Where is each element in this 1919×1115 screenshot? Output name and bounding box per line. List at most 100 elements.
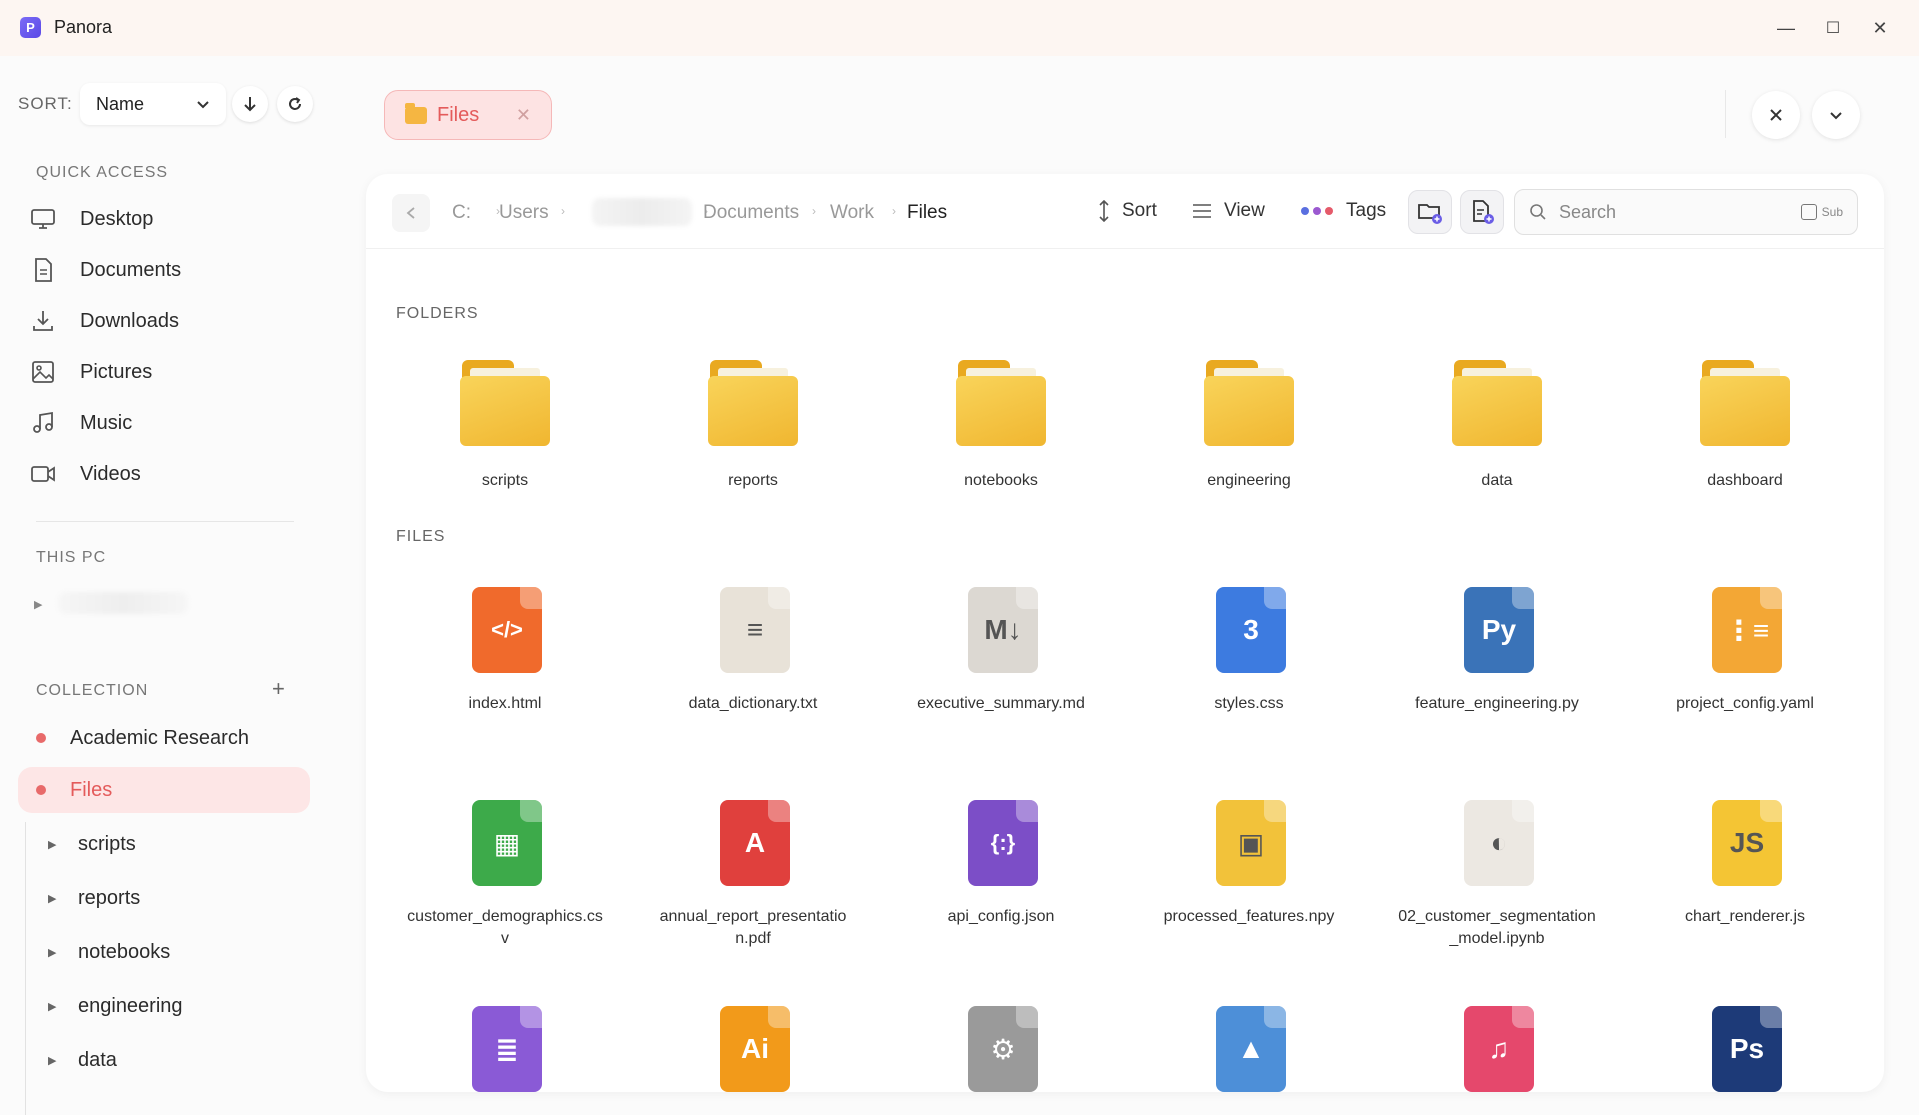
new-folder-button[interactable]	[1408, 190, 1452, 234]
view-button[interactable]: View	[1192, 200, 1265, 222]
new-file-button[interactable]	[1460, 190, 1504, 234]
sidebar-item-downloads[interactable]: Downloads	[30, 301, 310, 341]
add-collection-button[interactable]: +	[272, 676, 285, 702]
breadcrumb-item[interactable]: Documents	[703, 202, 799, 224]
collection-item-files[interactable]: Files	[30, 770, 310, 810]
tree-item-data[interactable]: ▶ data	[48, 1042, 308, 1078]
sidebar-item-music[interactable]: Music	[30, 403, 310, 443]
sort-button[interactable]: Sort	[1098, 200, 1157, 222]
subfolder-checkbox[interactable]	[1800, 204, 1817, 220]
file-item[interactable]: ≣	[405, 1002, 605, 1092]
tree-item-reports[interactable]: ▶ reports	[48, 880, 308, 916]
this-pc-expand-caret[interactable]: ▶	[34, 598, 42, 611]
close-window-button[interactable]: ✕	[1866, 14, 1894, 42]
file-name: customer_demographics.csv	[407, 908, 603, 947]
file-item[interactable]: Ai	[653, 1002, 853, 1092]
file-name: chart_renderer.js	[1684, 908, 1806, 925]
breadcrumb-item[interactable]: C:	[452, 202, 471, 224]
file-item[interactable]: Ps	[1645, 1002, 1845, 1092]
folder-item[interactable]: scripts	[405, 360, 605, 492]
minimize-button[interactable]: —	[1772, 14, 1800, 42]
sidebar-item-label: Documents	[80, 258, 182, 281]
caret-right-icon: ▶	[48, 838, 57, 851]
sidebar: SORT: Name QUICK ACCESS Desktop Document…	[0, 56, 330, 1115]
folder-name: notebooks	[964, 472, 1038, 489]
file-name: data_dictionary.txt	[688, 695, 818, 712]
folder-item[interactable]: dashboard	[1645, 360, 1845, 492]
file-glyph: Py	[1464, 587, 1534, 673]
file-item[interactable]: ▣ processed_features.npy	[1149, 796, 1349, 928]
folder-name: reports	[728, 472, 778, 489]
tree-item-label: data	[78, 1048, 117, 1071]
close-tab-icon[interactable]: ✕	[516, 105, 531, 126]
file-item[interactable]: ▦ customer_demographics.csv	[405, 796, 605, 950]
app-title: Panora	[54, 17, 113, 37]
file-item[interactable]: ◐ 02_customer_segmentation_model.ipynb	[1397, 796, 1597, 950]
collection-label: COLLECTION	[36, 682, 149, 699]
file-item[interactable]: {:} api_config.json	[901, 796, 1101, 928]
search-input[interactable]: Search	[1559, 202, 1801, 223]
file-item[interactable]: M↓ executive_summary.md	[901, 583, 1101, 715]
sidebar-item-pictures[interactable]: Pictures	[30, 352, 310, 392]
refresh-button[interactable]	[277, 86, 313, 122]
chevron-left-icon	[406, 207, 415, 219]
files-section-label: FILES	[396, 528, 446, 545]
tags-button[interactable]: Tags	[1300, 200, 1386, 222]
file-item[interactable]: ▲	[1149, 1002, 1349, 1092]
file-glyph: ≡	[720, 587, 790, 673]
arrow-down-icon	[244, 97, 256, 112]
breadcrumb-item[interactable]: Users	[499, 202, 549, 224]
folder-item[interactable]: notebooks	[901, 360, 1101, 492]
file-item[interactable]: ♫	[1397, 1002, 1597, 1092]
file-glyph: ◐	[1464, 800, 1534, 886]
file-glyph: M↓	[968, 587, 1038, 673]
folder-item[interactable]: data	[1397, 360, 1597, 492]
sidebar-item-documents[interactable]: Documents	[30, 250, 310, 290]
sidebar-item-videos[interactable]: Videos	[30, 454, 310, 494]
maximize-button[interactable]: ☐	[1819, 14, 1847, 42]
file-type-icon: Py	[1452, 583, 1542, 673]
file-item[interactable]: Aannual_report_presentation.pdf	[653, 796, 853, 950]
tags-button-label: Tags	[1346, 200, 1387, 221]
file-item[interactable]: </> index.html	[405, 583, 605, 715]
folder-icon	[708, 360, 798, 450]
breadcrumb-current[interactable]: Files	[907, 202, 947, 224]
collection-item-academic-research[interactable]: Academic Research	[30, 718, 310, 758]
caret-right-icon: ▶	[48, 946, 57, 959]
close-panel-button[interactable]	[1752, 91, 1800, 139]
file-name: 02_customer_segmentation_model.ipynb	[1398, 908, 1596, 947]
tree-item-notebooks[interactable]: ▶ notebooks	[48, 934, 308, 970]
tree-item-engineering[interactable]: ▶ engineering	[48, 988, 308, 1024]
tree-item-label: engineering	[78, 994, 183, 1017]
file-item[interactable]: ⋮≡ project_config.yaml	[1645, 583, 1845, 715]
search-box[interactable]: Search Sub	[1514, 189, 1858, 235]
folder-item[interactable]: engineering	[1149, 360, 1349, 492]
collection-dot	[36, 785, 46, 795]
expand-panel-button[interactable]	[1812, 91, 1860, 139]
file-item[interactable]: ≡ data_dictionary.txt	[653, 583, 853, 715]
file-item[interactable]: Py feature_engineering.py	[1397, 583, 1597, 715]
tab-files[interactable]: Files ✕	[384, 90, 552, 140]
sidebar-item-desktop[interactable]: Desktop	[30, 199, 310, 239]
list-icon	[1193, 204, 1211, 218]
breadcrumb-item[interactable]: Work	[830, 202, 874, 224]
file-item[interactable]: ⚙	[901, 1002, 1101, 1092]
file-type-icon: </>	[460, 583, 550, 673]
header-separator	[1725, 90, 1726, 138]
file-item[interactable]: JS chart_renderer.js	[1645, 796, 1845, 928]
tree-item-scripts[interactable]: ▶ scripts	[48, 826, 308, 862]
quick-access-label: QUICK ACCESS	[36, 164, 169, 181]
refresh-icon	[289, 97, 301, 110]
new-folder-icon	[1418, 204, 1442, 224]
sort-direction-button[interactable]	[232, 86, 268, 122]
back-button[interactable]	[392, 194, 430, 232]
new-file-icon	[1473, 200, 1494, 224]
file-glyph: Ps	[1712, 1006, 1782, 1092]
file-glyph: </>	[472, 587, 542, 673]
file-type-icon: ≡	[708, 583, 798, 673]
folder-item[interactable]: reports	[653, 360, 853, 492]
folder-icon	[1452, 360, 1542, 450]
sort-select-value: Name	[96, 93, 145, 114]
sort-select[interactable]: Name	[80, 83, 226, 125]
file-item[interactable]: 3 styles.css	[1149, 583, 1349, 715]
